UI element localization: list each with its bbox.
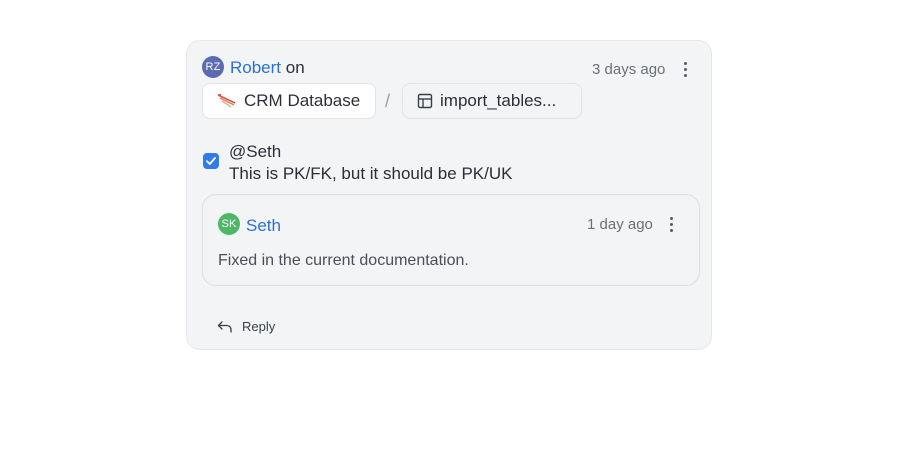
- resolve-checkbox[interactable]: [203, 153, 219, 169]
- comment-header: Robert on: [230, 58, 305, 78]
- check-icon: [206, 157, 216, 165]
- oracle-db-icon: [217, 93, 236, 108]
- reply-message: Fixed in the current documentation.: [218, 252, 469, 269]
- avatar: SK: [218, 213, 240, 235]
- more-options-icon[interactable]: [677, 60, 693, 78]
- reply-card: SK Seth 1 day ago Fixed in the current d…: [202, 194, 700, 286]
- reply-timestamp: 1 day ago: [587, 216, 653, 233]
- comment-message: This is PK/FK, but it should be PK/UK: [229, 164, 513, 183]
- table-chip-label: import_tables...: [440, 91, 557, 110]
- reply-button[interactable]: Reply: [217, 319, 275, 334]
- author-name[interactable]: Robert: [230, 58, 281, 77]
- breadcrumb-separator: /: [385, 91, 391, 111]
- database-chip[interactable]: CRM Database: [202, 83, 376, 119]
- reply-label: Reply: [242, 319, 276, 334]
- mention[interactable]: @Seth: [229, 142, 281, 162]
- table-icon: [417, 93, 433, 109]
- reply-arrow-icon: [217, 320, 232, 333]
- comment-card: RZ Robert on 3 days ago CRM Database / i…: [186, 40, 712, 350]
- reply-author-name[interactable]: Seth: [246, 216, 281, 236]
- comment-timestamp: 3 days ago: [592, 61, 666, 78]
- avatar: RZ: [202, 56, 224, 78]
- database-chip-label: CRM Database: [244, 91, 361, 110]
- reply-more-options-icon[interactable]: [663, 215, 679, 233]
- table-chip[interactable]: import_tables...: [402, 83, 582, 119]
- on-label: on: [285, 58, 305, 77]
